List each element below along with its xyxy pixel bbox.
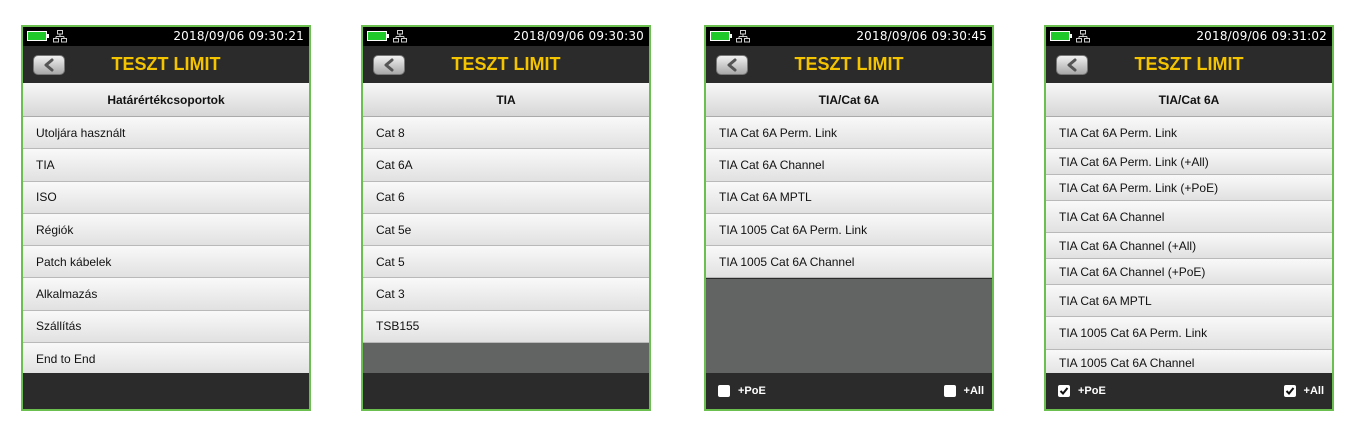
- list-item[interactable]: TIA Cat 6A Perm. Link (+All): [1046, 149, 1332, 175]
- limit-list: Cat 8 Cat 6A Cat 6 Cat 5e Cat 5 Cat 3 TS…: [363, 117, 649, 344]
- poe-checkbox[interactable]: +PoE: [718, 385, 766, 397]
- back-button[interactable]: [716, 55, 748, 75]
- list-item[interactable]: ISO: [23, 181, 309, 214]
- status-bar: 2018/09/06 09:30:45: [706, 27, 992, 46]
- checkbox-icon: [718, 385, 730, 397]
- list-item[interactable]: Cat 5e: [363, 213, 649, 247]
- datetime: 2018/09/06 09:31:02: [1196, 29, 1327, 43]
- title-bar: TESZT LIMIT: [1046, 46, 1332, 83]
- battery-full-icon: [1050, 31, 1072, 41]
- screen-tia: 2018/09/06 09:30:30 TESZT LIMIT TIA Cat …: [361, 25, 651, 411]
- empty-area: [706, 279, 992, 377]
- screen-limit-groups: 2018/09/06 09:30:21 TESZT LIMIT Határért…: [21, 25, 311, 411]
- list-item[interactable]: TIA Cat 6A Perm. Link: [706, 117, 992, 150]
- list-item[interactable]: Cat 6: [363, 181, 649, 214]
- list-item[interactable]: End to End: [23, 343, 309, 376]
- group-header: Határértékcsoportok: [23, 83, 309, 117]
- all-label: +All: [963, 385, 984, 397]
- empty-area: [363, 343, 649, 377]
- poe-label: +PoE: [1078, 385, 1106, 397]
- list-item[interactable]: TIA Cat 6A Channel: [706, 149, 992, 182]
- poe-label: +PoE: [738, 385, 766, 397]
- datetime: 2018/09/06 09:30:30: [513, 29, 644, 43]
- list-item[interactable]: TIA Cat 6A Channel (+PoE): [1046, 259, 1332, 285]
- back-arrow-icon: [727, 58, 737, 72]
- limit-list: Utoljára használt TIA ISO Régiók Patch k…: [23, 117, 309, 376]
- list-item[interactable]: TIA Cat 6A MPTL: [706, 181, 992, 214]
- list-item[interactable]: Régiók: [23, 213, 309, 247]
- back-arrow-icon: [44, 58, 54, 72]
- status-bar: 2018/09/06 09:30:21: [23, 27, 309, 46]
- checkbox-icon: [1058, 385, 1070, 397]
- group-header: TIA/Cat 6A: [706, 83, 992, 117]
- list-item[interactable]: TIA 1005 Cat 6A Channel: [706, 246, 992, 279]
- datetime: 2018/09/06 09:30:21: [173, 29, 304, 43]
- footer-bar: [363, 373, 649, 409]
- back-button[interactable]: [33, 55, 65, 75]
- battery-full-icon: [27, 31, 49, 41]
- page-title: TESZT LIMIT: [451, 54, 561, 74]
- back-arrow-icon: [384, 58, 394, 72]
- status-bar: 2018/09/06 09:31:02: [1046, 27, 1332, 46]
- list-item[interactable]: Szállítás: [23, 310, 309, 344]
- list-item[interactable]: TIA Cat 6A Channel (+All): [1046, 233, 1332, 259]
- battery-full-icon: [367, 31, 389, 41]
- network-icon: [53, 30, 67, 43]
- page-title: TESZT LIMIT: [794, 54, 904, 74]
- checkbox-icon: [943, 385, 956, 397]
- list-item[interactable]: Cat 6A: [363, 149, 649, 182]
- title-bar: TESZT LIMIT: [706, 46, 992, 83]
- list-item[interactable]: TIA Cat 6A Channel: [1046, 201, 1332, 233]
- back-button[interactable]: [1056, 55, 1088, 75]
- list-item[interactable]: Utoljára használt: [23, 117, 309, 150]
- poe-checkbox[interactable]: +PoE: [1058, 385, 1106, 397]
- list-item[interactable]: Cat 8: [363, 117, 649, 150]
- list-item[interactable]: TIA Cat 6A MPTL: [1046, 285, 1332, 317]
- footer-bar: +PoE +All: [1046, 373, 1332, 409]
- group-header: TIA: [363, 83, 649, 117]
- list-item[interactable]: TIA: [23, 149, 309, 182]
- back-button[interactable]: [373, 55, 405, 75]
- page-title: TESZT LIMIT: [111, 54, 221, 74]
- list-item[interactable]: Cat 5: [363, 246, 649, 279]
- title-bar: TESZT LIMIT: [23, 46, 309, 83]
- checkbox-icon: [1283, 385, 1296, 397]
- screen-tia-cat6a: 2018/09/06 09:30:45 TESZT LIMIT TIA/Cat …: [704, 25, 994, 411]
- back-arrow-icon: [1067, 58, 1077, 72]
- all-label: +All: [1303, 385, 1324, 397]
- limit-list: TIA Cat 6A Perm. Link TIA Cat 6A Channel…: [706, 117, 992, 279]
- network-icon: [393, 30, 407, 43]
- footer-bar: [23, 373, 309, 409]
- limit-list: TIA Cat 6A Perm. Link TIA Cat 6A Perm. L…: [1046, 117, 1332, 377]
- list-item[interactable]: TIA 1005 Cat 6A Perm. Link: [1046, 317, 1332, 350]
- list-item[interactable]: TIA Cat 6A Perm. Link: [1046, 117, 1332, 149]
- datetime: 2018/09/06 09:30:45: [856, 29, 987, 43]
- title-bar: TESZT LIMIT: [363, 46, 649, 83]
- all-checkbox[interactable]: +All: [1283, 385, 1324, 397]
- screen-tia-cat6a-expanded: 2018/09/06 09:31:02 TESZT LIMIT TIA/Cat …: [1044, 25, 1334, 411]
- list-item[interactable]: TSB155: [363, 310, 649, 344]
- network-icon: [1076, 30, 1090, 43]
- battery-full-icon: [710, 31, 732, 41]
- list-item[interactable]: TIA Cat 6A Perm. Link (+PoE): [1046, 175, 1332, 201]
- list-item[interactable]: Cat 3: [363, 278, 649, 311]
- group-header: TIA/Cat 6A: [1046, 83, 1332, 117]
- list-item[interactable]: TIA 1005 Cat 6A Perm. Link: [706, 213, 992, 247]
- status-bar: 2018/09/06 09:30:30: [363, 27, 649, 46]
- all-checkbox[interactable]: +All: [943, 385, 984, 397]
- list-item[interactable]: Patch kábelek: [23, 246, 309, 279]
- list-item[interactable]: Alkalmazás: [23, 278, 309, 311]
- footer-bar: +PoE +All: [706, 373, 992, 409]
- network-icon: [736, 30, 750, 43]
- page-title: TESZT LIMIT: [1134, 54, 1244, 74]
